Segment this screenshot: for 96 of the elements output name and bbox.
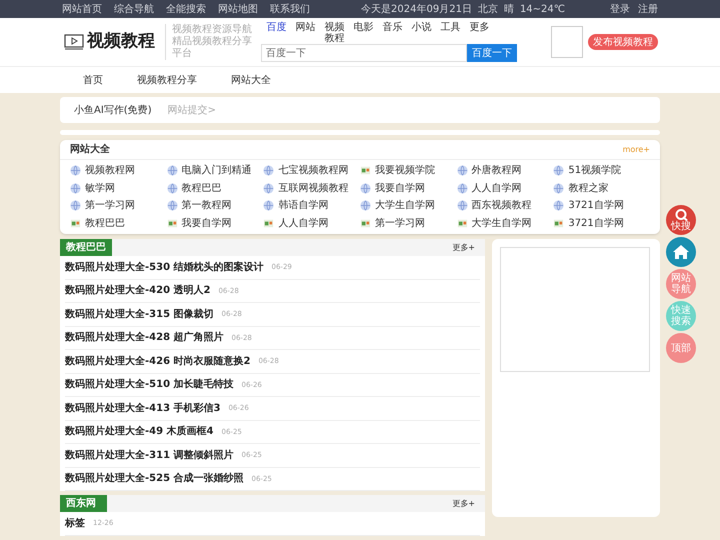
article-link[interactable]: 数码照片处理大全-311 调整倾斜照片 xyxy=(65,448,234,463)
site-link[interactable]: 教程巴巴 xyxy=(166,180,264,197)
date-text: 今天是2024年09月21日 xyxy=(361,2,472,16)
site-link[interactable]: 韩语自学网 xyxy=(263,197,360,214)
globe-icon xyxy=(70,165,81,176)
globe-icon xyxy=(360,200,371,212)
site-logo-icon xyxy=(456,218,468,229)
city-text: 北京 xyxy=(478,2,498,16)
quick-search-button[interactable]: 快搜 xyxy=(666,205,696,235)
site-link[interactable]: 3721自学网 xyxy=(553,197,650,214)
site-logo-icon xyxy=(553,218,564,229)
site-link[interactable]: 教程之家 xyxy=(553,180,650,197)
site-link[interactable]: 我要自学网 xyxy=(360,180,457,197)
site-logo-icon xyxy=(263,218,274,229)
search-icon xyxy=(674,208,688,220)
globe-icon xyxy=(70,200,81,212)
site-link[interactable]: 教程巴巴 xyxy=(70,214,167,232)
broken-image-icon xyxy=(500,247,650,372)
search-tab[interactable]: 电影 xyxy=(350,22,377,33)
tagline: 视频教程资源导航精品视频教程分享平台 xyxy=(165,24,253,60)
notice-link[interactable]: 小鱼AI写作(免费) xyxy=(74,102,152,118)
article-link[interactable]: 数码照片处理大全-428 超广角照片 xyxy=(65,330,224,346)
site-link[interactable]: 互联网视频教程 xyxy=(263,180,360,197)
search-tab[interactable]: 工具 xyxy=(437,22,464,33)
site-link[interactable]: 3721自学网 xyxy=(553,214,650,232)
article-link[interactable]: 标签 xyxy=(65,516,85,531)
globe-icon xyxy=(263,182,274,194)
top-link[interactable]: 网站首页 xyxy=(62,2,102,16)
site-link[interactable]: 51视频学院 xyxy=(553,162,650,180)
account-link[interactable]: 注册 xyxy=(638,2,658,16)
site-link[interactable]: 第一学习网 xyxy=(70,197,167,214)
search-tab[interactable]: 百度 xyxy=(263,22,290,33)
site-logo-icon xyxy=(360,165,371,176)
site-logo-icon xyxy=(360,218,371,229)
site-link[interactable]: 西东视频教程 xyxy=(456,197,554,214)
home-icon xyxy=(672,244,690,260)
broken-image-icon xyxy=(551,26,583,58)
nav-link[interactable]: 视频教程分享 xyxy=(137,72,197,88)
site-link[interactable]: 人人自学网 xyxy=(263,214,360,232)
more-link[interactable]: 更多+ xyxy=(452,242,475,254)
more-link[interactable]: 更多+ xyxy=(452,498,475,510)
site-link[interactable]: 七宝视频教程网 xyxy=(263,162,360,180)
globe-icon xyxy=(553,200,564,212)
nav-link[interactable]: 网站大全 xyxy=(231,72,271,88)
article-link[interactable]: 数码照片处理大全-49 木质画框4 xyxy=(65,424,214,440)
article-link[interactable]: 数码照片处理大全-413 手机彩信3 xyxy=(65,400,220,416)
site-link[interactable]: 电脑入门到精通 xyxy=(166,162,264,180)
video-logo-icon xyxy=(64,34,84,50)
top-link[interactable]: 综合导航 xyxy=(114,2,154,16)
top-link[interactable]: 联系我们 xyxy=(270,2,310,16)
globe-icon xyxy=(456,200,468,212)
site-logo-text: 视频教程 xyxy=(87,30,155,54)
search-button[interactable]: 百度一下 xyxy=(467,44,517,62)
search-field[interactable]: 百度一下 xyxy=(261,44,467,62)
site-logo-icon xyxy=(166,218,178,229)
globe-icon xyxy=(263,200,274,212)
weather-text: 晴 xyxy=(504,2,514,16)
top-link[interactable]: 全能搜索 xyxy=(166,2,206,16)
article-link[interactable]: 数码照片处理大全-426 时尚衣服随意换2 xyxy=(65,354,250,369)
site-link[interactable]: 我要视频学院 xyxy=(360,162,457,180)
nav-link[interactable]: 首页 xyxy=(83,72,103,88)
site-link[interactable]: 敏学网 xyxy=(70,180,167,197)
search-tab[interactable]: 音乐 xyxy=(379,22,406,33)
site-link[interactable]: 人人自学网 xyxy=(456,180,554,197)
globe-icon xyxy=(456,165,468,176)
globe-icon xyxy=(553,182,564,194)
article-link[interactable]: 数码照片处理大全-530 结婚枕头的图案设计 xyxy=(65,260,264,275)
globe-icon xyxy=(166,182,178,194)
temperature-text: 14~24℃ xyxy=(520,2,565,16)
article-link[interactable]: 数码照片处理大全-315 图像裁切 xyxy=(65,306,214,322)
site-link[interactable]: 第一学习网 xyxy=(360,214,457,232)
site-link[interactable]: 外唐教程网 xyxy=(456,162,554,180)
search-tab[interactable]: 视频教程 xyxy=(321,22,348,44)
site-link[interactable]: 视频教程网 xyxy=(70,162,167,180)
site-link[interactable]: 大学生自学网 xyxy=(360,197,457,214)
globe-icon xyxy=(360,182,371,194)
account-link[interactable]: 登录 xyxy=(610,2,630,16)
globe-icon xyxy=(263,165,274,176)
globe-icon xyxy=(166,200,178,212)
globe-icon xyxy=(70,182,81,194)
globe-icon xyxy=(456,182,468,194)
site-logo-icon xyxy=(70,218,81,229)
search-tab[interactable]: 更多 xyxy=(466,22,493,33)
site-link[interactable]: 我要自学网 xyxy=(166,214,264,232)
search-tab[interactable]: 网站 xyxy=(292,22,319,33)
search-tab[interactable]: 小说 xyxy=(408,22,435,33)
globe-icon xyxy=(553,165,564,176)
card-title: 网站大全 xyxy=(70,142,110,157)
top-link[interactable]: 网站地图 xyxy=(218,2,258,16)
article-link[interactable]: 数码照片处理大全-525 合成一张婚纱照 xyxy=(65,471,244,486)
site-link[interactable]: 大学生自学网 xyxy=(456,214,554,232)
globe-icon xyxy=(166,165,178,176)
article-link[interactable]: 数码照片处理大全-420 透明人2 xyxy=(65,283,210,298)
site-link[interactable]: 第一教程网 xyxy=(166,197,264,214)
article-link[interactable]: 数码照片处理大全-510 加长睫毛特技 xyxy=(65,377,234,392)
home-button[interactable] xyxy=(666,237,696,267)
